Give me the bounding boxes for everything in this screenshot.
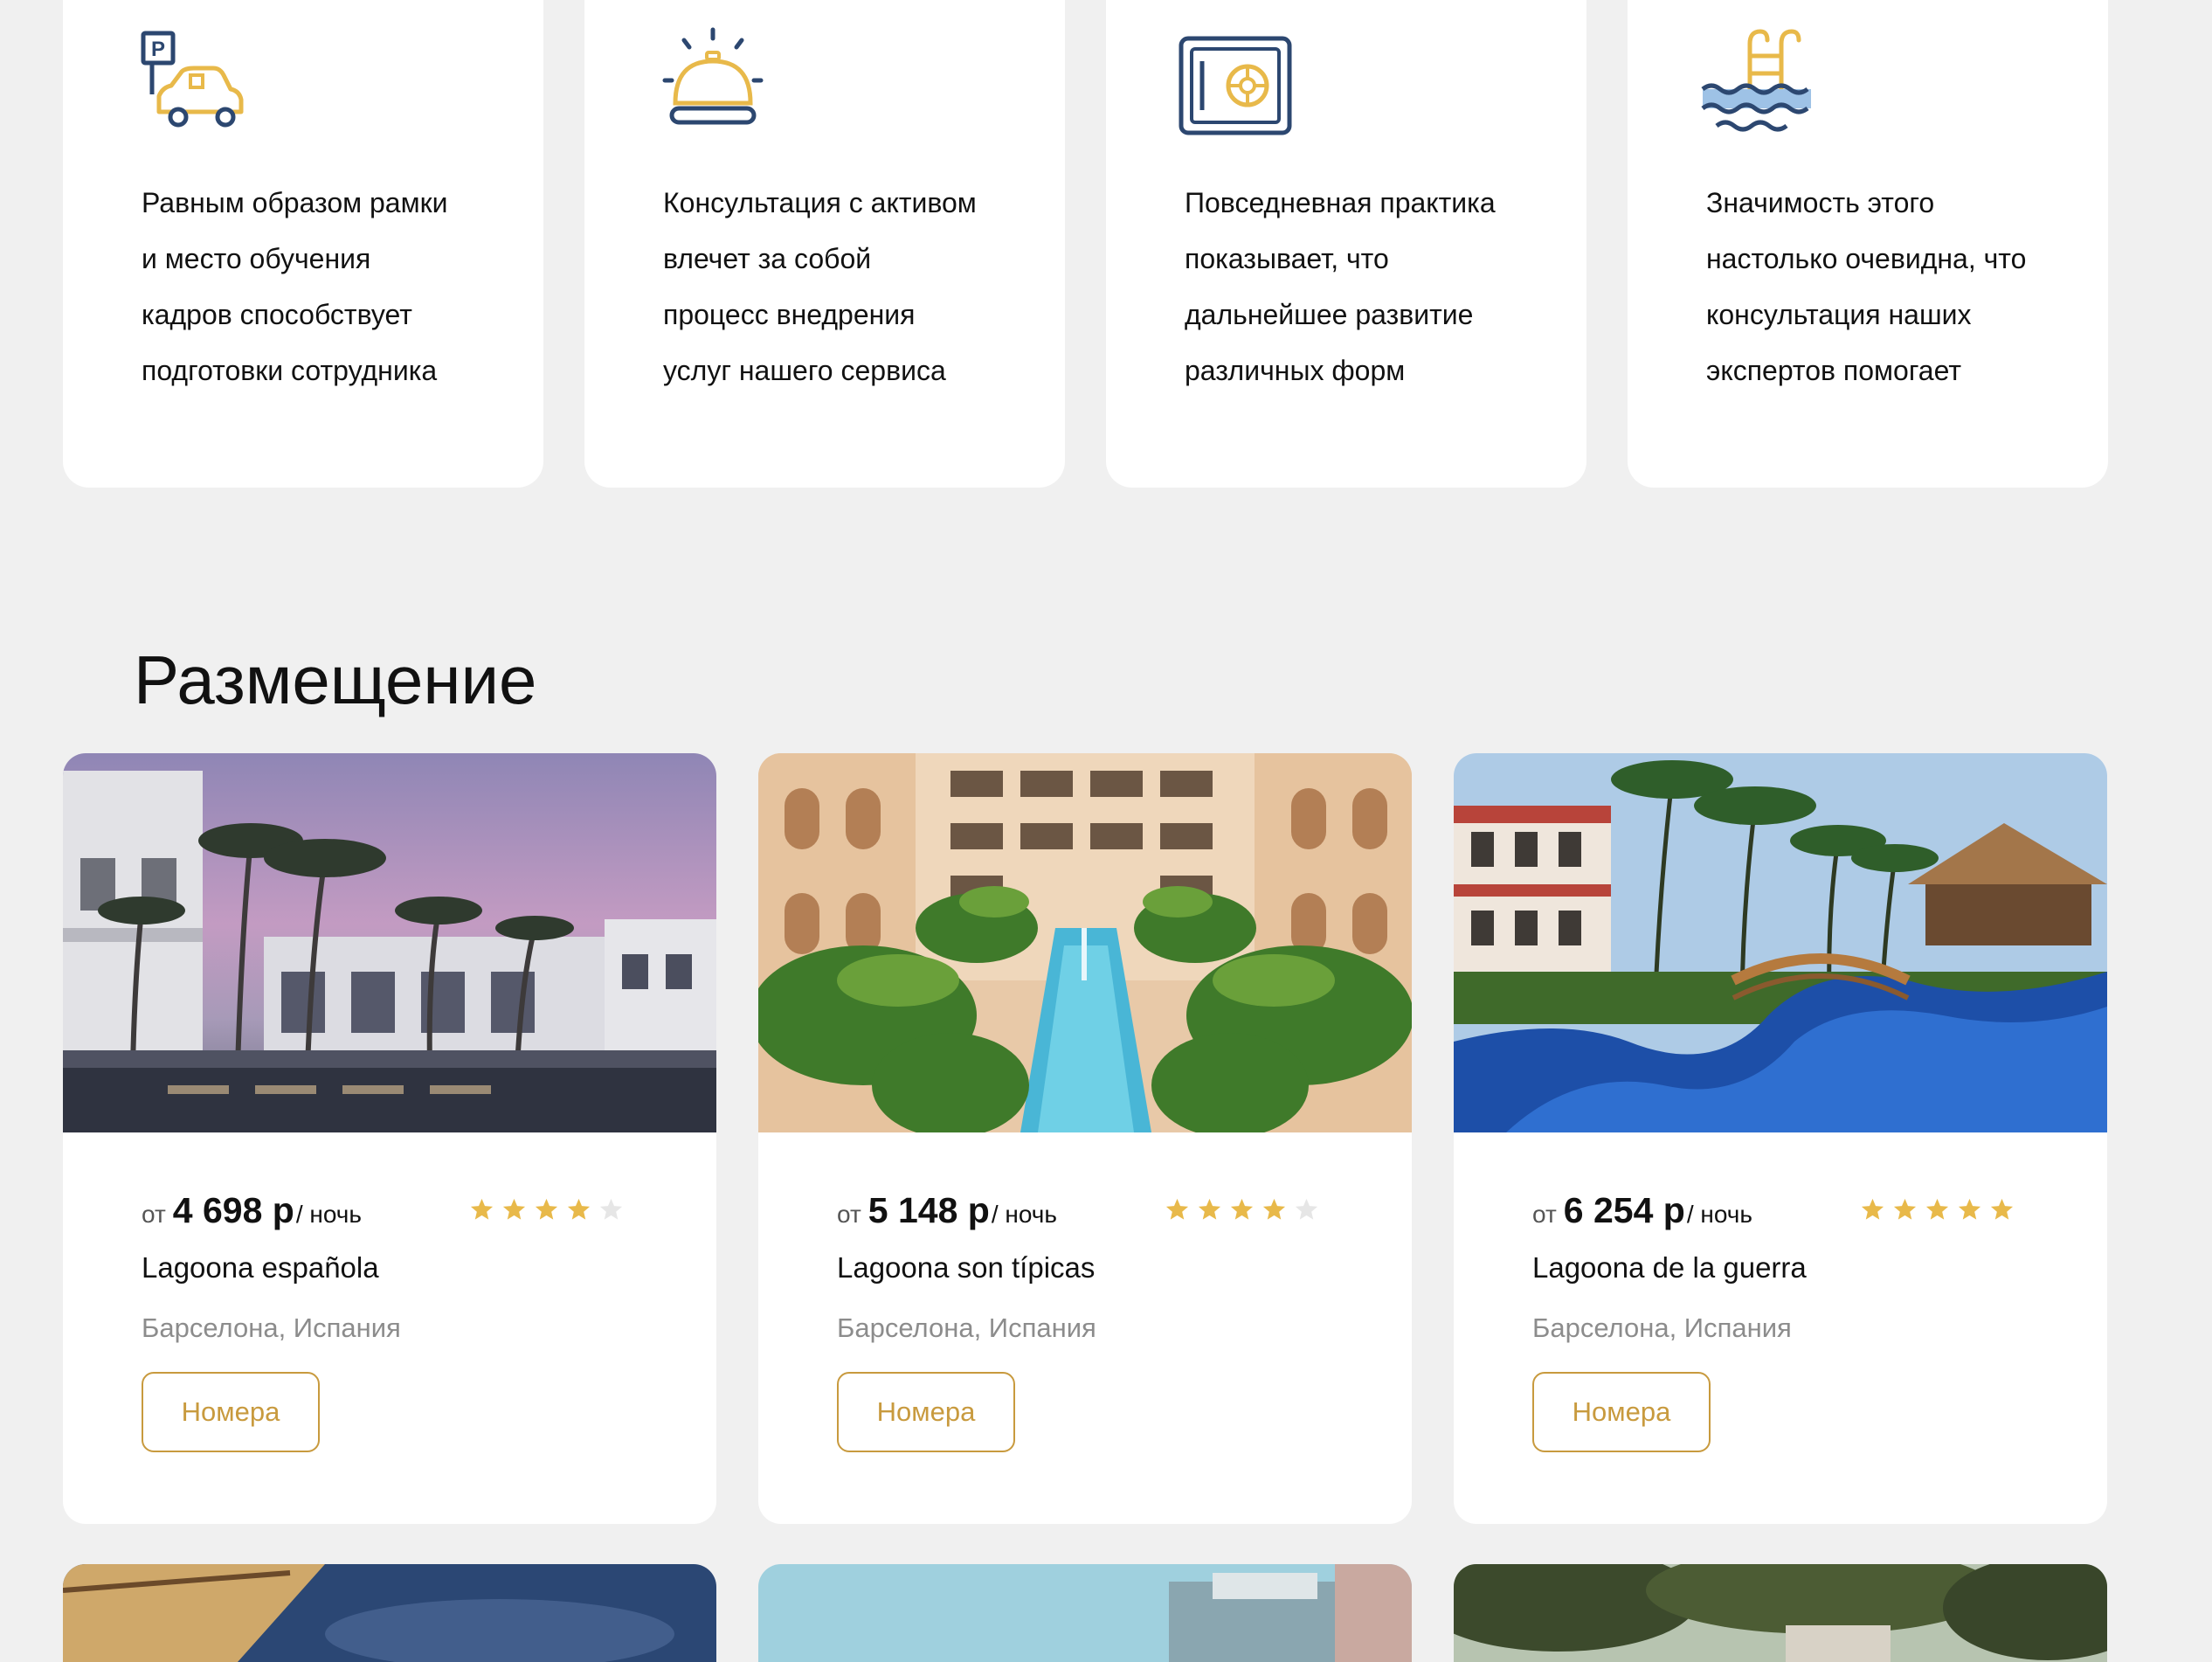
- star-filled-icon: [1893, 1198, 1917, 1220]
- hotel-card[interactable]: от 4 698 р / ночь Lagoona española Барсе…: [63, 753, 716, 1524]
- pool-ladder-icon: [1701, 29, 1811, 132]
- hotel-grid-next-row: [63, 1564, 2107, 1662]
- star-filled-icon: [1925, 1198, 1949, 1220]
- star-filled-icon: [1958, 1198, 1981, 1220]
- star-filled-icon: [1262, 1198, 1286, 1220]
- feature-text: Равным образом рамки и место обучения ка…: [142, 175, 526, 398]
- feature-text-line: кадров способствует: [142, 299, 412, 330]
- price-value: 6 254 р: [1563, 1190, 1685, 1230]
- price-unit: / ночь: [295, 1201, 362, 1228]
- feature-card-safe: Повседневная практика показывает, что да…: [1106, 0, 1586, 488]
- feature-text-line: подготовки сотрудника: [142, 355, 438, 386]
- star-filled-icon: [1990, 1198, 2014, 1220]
- hotel-photo[interactable]: [63, 1564, 716, 1662]
- hotel-grid: от 4 698 р / ночь Lagoona española Барсе…: [63, 753, 2107, 1524]
- star-filled-icon: [1165, 1198, 1189, 1220]
- star-empty-icon: [599, 1198, 623, 1220]
- hotel-card[interactable]: от 5 148 р / ночь Lagoona son típicas Ба…: [758, 753, 1412, 1524]
- feature-card-parking: P Равным образом рамки и место обучения …: [63, 0, 543, 488]
- hotel-location: Барселона, Испания: [142, 1312, 401, 1343]
- feature-text-line: Равным образом рамки: [142, 187, 448, 218]
- hotel-location: Барселона, Испания: [1532, 1312, 1792, 1343]
- feature-text-line: и место обучения: [142, 243, 371, 274]
- courtyard-pool-photo: [758, 753, 1412, 1132]
- price-line: от 5 148 р / ночь: [837, 1190, 1057, 1231]
- safe-icon: [1179, 36, 1292, 135]
- hotel-photo[interactable]: [758, 753, 1412, 1132]
- rooms-button[interactable]: Номера: [1532, 1372, 1711, 1452]
- star-rating: [1860, 1197, 2015, 1222]
- star-filled-icon: [470, 1198, 494, 1220]
- feature-text: Значимость этого настолько очевидна, что…: [1706, 175, 2091, 398]
- star-filled-icon: [535, 1198, 558, 1220]
- feature-card-reception: Консультация с активом влечет за собой п…: [584, 0, 1065, 488]
- rooms-button[interactable]: Номера: [142, 1372, 320, 1452]
- hotel-photo[interactable]: [1454, 1564, 2107, 1662]
- hotel-photo-peek: [1454, 1564, 2107, 1662]
- reception-bell-icon: [662, 27, 764, 125]
- price-unit: / ночь: [1686, 1201, 1752, 1228]
- feature-text-line: процесс внедрения: [663, 299, 916, 330]
- star-filled-icon: [567, 1198, 591, 1220]
- feature-text-line: экспертов помогает: [1706, 355, 1961, 386]
- feature-text-line: влечет за собой: [663, 243, 872, 274]
- feature-text-line: Повседневная практика: [1185, 187, 1496, 218]
- lagoon-pool-photo: [1454, 753, 2107, 1132]
- hotel-location: Барселона, Испания: [837, 1312, 1096, 1343]
- hotel-card[interactable]: от 6 254 р / ночь Lagoona de la guerra Б…: [1454, 753, 2107, 1524]
- price-value: 5 148 р: [868, 1190, 990, 1230]
- star-filled-icon: [1230, 1198, 1254, 1220]
- feature-card-pool: Значимость этого настолько очевидна, что…: [1628, 0, 2108, 488]
- feature-text-line: различных форм: [1185, 355, 1406, 386]
- section-title: Размещение: [134, 641, 537, 718]
- feature-text: Консультация с активом влечет за собой п…: [663, 175, 1047, 398]
- feature-text-line: настолько очевидна, что: [1706, 243, 2027, 274]
- svg-text:P: P: [151, 38, 165, 61]
- feature-text-line: консультация наших: [1706, 299, 1972, 330]
- feature-text-line: показывает, что: [1185, 243, 1389, 274]
- rooms-button[interactable]: Номера: [837, 1372, 1015, 1452]
- hotel-photo[interactable]: [758, 1564, 1412, 1662]
- hotel-name[interactable]: Lagoona son típicas: [837, 1251, 1095, 1285]
- feature-text: Повседневная практика показывает, что да…: [1185, 175, 1569, 398]
- hotel-photo-peek: [758, 1564, 1412, 1662]
- hotel-name[interactable]: Lagoona española: [142, 1251, 379, 1285]
- price-unit: / ночь: [991, 1201, 1057, 1228]
- star-empty-icon: [1295, 1198, 1318, 1220]
- star-filled-icon: [502, 1198, 526, 1220]
- price-from: от: [837, 1201, 861, 1228]
- hotel-name[interactable]: Lagoona de la guerra: [1532, 1251, 1807, 1285]
- feature-text-line: дальнейшее развитие: [1185, 299, 1474, 330]
- feature-text-line: Консультация с активом: [663, 187, 977, 218]
- price-line: от 6 254 р / ночь: [1532, 1190, 1752, 1231]
- star-rating: [1165, 1197, 1319, 1222]
- feature-text-line: услуг нашего сервиса: [663, 355, 946, 386]
- hotel-photo[interactable]: [63, 753, 716, 1132]
- features-row: P Равным образом рамки и место обучения …: [63, 0, 2108, 488]
- parking-car-icon: P: [141, 31, 244, 128]
- price-value: 4 698 р: [172, 1190, 294, 1230]
- feature-text-line: Значимость этого: [1706, 187, 1935, 218]
- hotel-photo[interactable]: [1454, 753, 2107, 1132]
- star-rating: [469, 1197, 624, 1222]
- star-filled-icon: [1198, 1198, 1221, 1220]
- hotel-photo-peek: [63, 1564, 716, 1662]
- star-filled-icon: [1861, 1198, 1884, 1220]
- sunset-resort-photo: [63, 753, 716, 1132]
- price-line: от 4 698 р / ночь: [142, 1190, 362, 1231]
- price-from: от: [142, 1201, 166, 1228]
- price-from: от: [1532, 1201, 1557, 1228]
